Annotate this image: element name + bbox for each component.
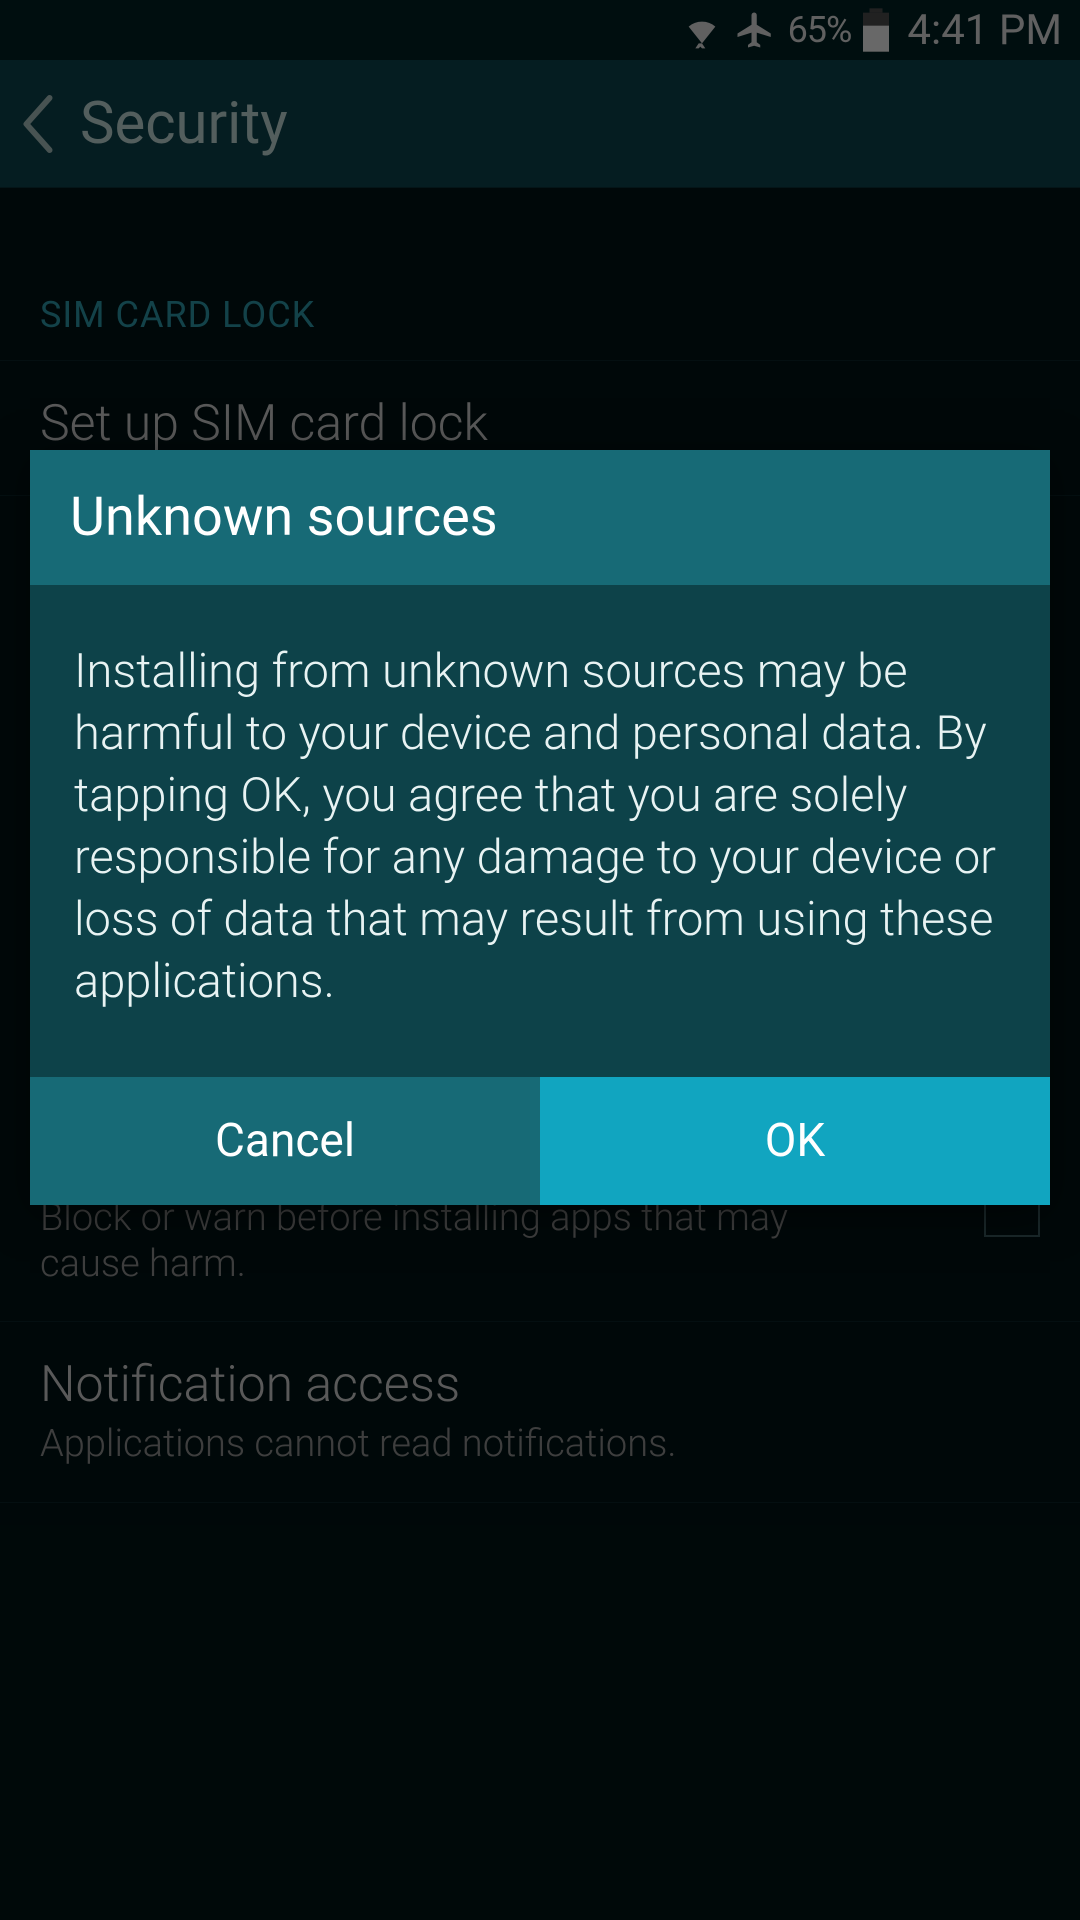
page-title: Security — [80, 90, 288, 158]
setting-subtext: Block or warn before installing apps tha… — [40, 1196, 860, 1287]
dialog-title: Unknown sources — [70, 486, 1010, 549]
section-header-sim: SIM CARD LOCK — [0, 248, 1080, 361]
setting-label: Notification access — [40, 1356, 1040, 1414]
airplane-mode-icon — [734, 9, 776, 51]
back-icon[interactable] — [20, 95, 80, 153]
battery-icon — [863, 8, 889, 52]
setting-subtext: Applications cannot read notifications. — [40, 1422, 860, 1468]
setting-notification-access[interactable]: Notification access Applications cannot … — [0, 1322, 1080, 1503]
dialog-body: Installing from unknown sources may be h… — [30, 585, 1050, 1077]
dialog-header: Unknown sources — [30, 450, 1050, 585]
status-time: 4:41 PM — [907, 6, 1062, 55]
setting-label: Set up SIM card lock — [40, 395, 1040, 453]
dialog-unknown-sources: Unknown sources Installing from unknown … — [30, 450, 1050, 1205]
dialog-actions: Cancel OK — [30, 1077, 1050, 1205]
battery-percent: 65% — [788, 9, 852, 51]
wifi-icon — [682, 10, 722, 50]
status-bar: 65% 4:41 PM — [0, 0, 1080, 60]
ok-button[interactable]: OK — [540, 1077, 1050, 1205]
app-header: Security — [0, 60, 1080, 188]
dialog-message: Installing from unknown sources may be h… — [74, 641, 1006, 1013]
cancel-button[interactable]: Cancel — [30, 1077, 540, 1205]
